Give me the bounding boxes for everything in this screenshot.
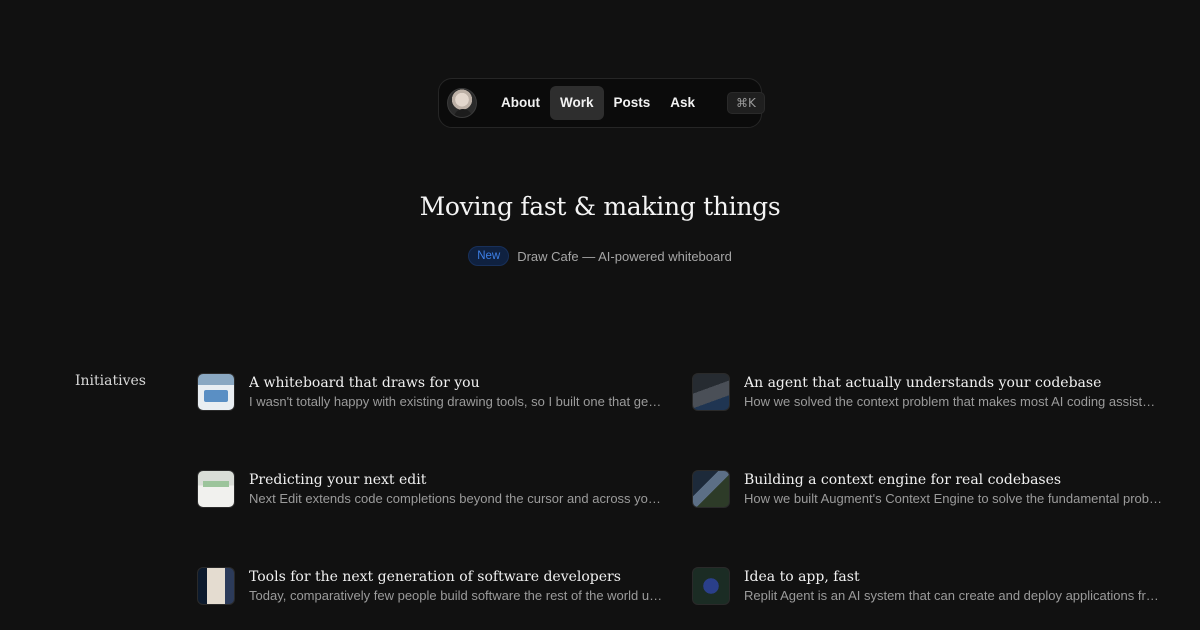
- tools-thumbnail: [197, 567, 235, 605]
- card-description: Today, comparatively few people build so…: [249, 588, 667, 603]
- announcement-text[interactable]: Draw Cafe — AI-powered whiteboard: [517, 249, 732, 264]
- card-title: Predicting your next edit: [249, 472, 427, 488]
- nav-item-ask[interactable]: Ask: [660, 86, 705, 120]
- initiative-card-agent[interactable]: An agent that actually understands your …: [692, 370, 1162, 414]
- card-description: Next Edit extends code completions beyon…: [249, 491, 667, 506]
- card-description: I wasn't totally happy with existing dra…: [249, 394, 667, 409]
- new-badge: New: [468, 246, 510, 266]
- user-avatar-icon[interactable]: [447, 88, 477, 118]
- top-nav: About Work Posts Ask ⌘K: [438, 78, 765, 128]
- card-title: Tools for the next generation of softwar…: [249, 569, 621, 585]
- initiative-card-next-edit[interactable]: Predicting your next edit Next Edit exte…: [197, 467, 667, 511]
- initiative-card-context-engine[interactable]: Building a context engine for real codeb…: [692, 467, 1162, 511]
- nav-item-about[interactable]: About: [491, 86, 550, 120]
- initiative-card-tools[interactable]: Tools for the next generation of softwar…: [197, 564, 667, 608]
- initiative-card-replit-agent[interactable]: Idea to app, fast Replit Agent is an AI …: [692, 564, 1162, 608]
- initiative-card-whiteboard[interactable]: A whiteboard that draws for you I wasn't…: [197, 370, 667, 414]
- page-title: Moving fast & making things: [419, 192, 781, 221]
- card-description: Replit Agent is an AI system that can cr…: [744, 588, 1162, 603]
- context-engine-thumbnail: [692, 470, 730, 508]
- card-title: An agent that actually understands your …: [744, 375, 1102, 391]
- command-shortcut-button[interactable]: ⌘K: [727, 92, 765, 114]
- next-edit-thumbnail: [197, 470, 235, 508]
- agent-thumbnail: [692, 373, 730, 411]
- whiteboard-thumbnail: [197, 373, 235, 411]
- replit-agent-thumbnail: [692, 567, 730, 605]
- card-description: How we built Augment's Context Engine to…: [744, 491, 1162, 506]
- card-title: A whiteboard that draws for you: [249, 375, 480, 391]
- nav-item-work[interactable]: Work: [549, 86, 604, 120]
- announcement-banner[interactable]: New Draw Cafe — AI-powered whiteboard: [0, 246, 1200, 266]
- initiatives-label: Initiatives: [75, 373, 146, 389]
- card-title: Building a context engine for real codeb…: [744, 472, 1062, 488]
- card-description: How we solved the context problem that m…: [744, 394, 1162, 409]
- card-title: Idea to app, fast: [744, 569, 860, 585]
- nav-item-posts[interactable]: Posts: [604, 86, 661, 120]
